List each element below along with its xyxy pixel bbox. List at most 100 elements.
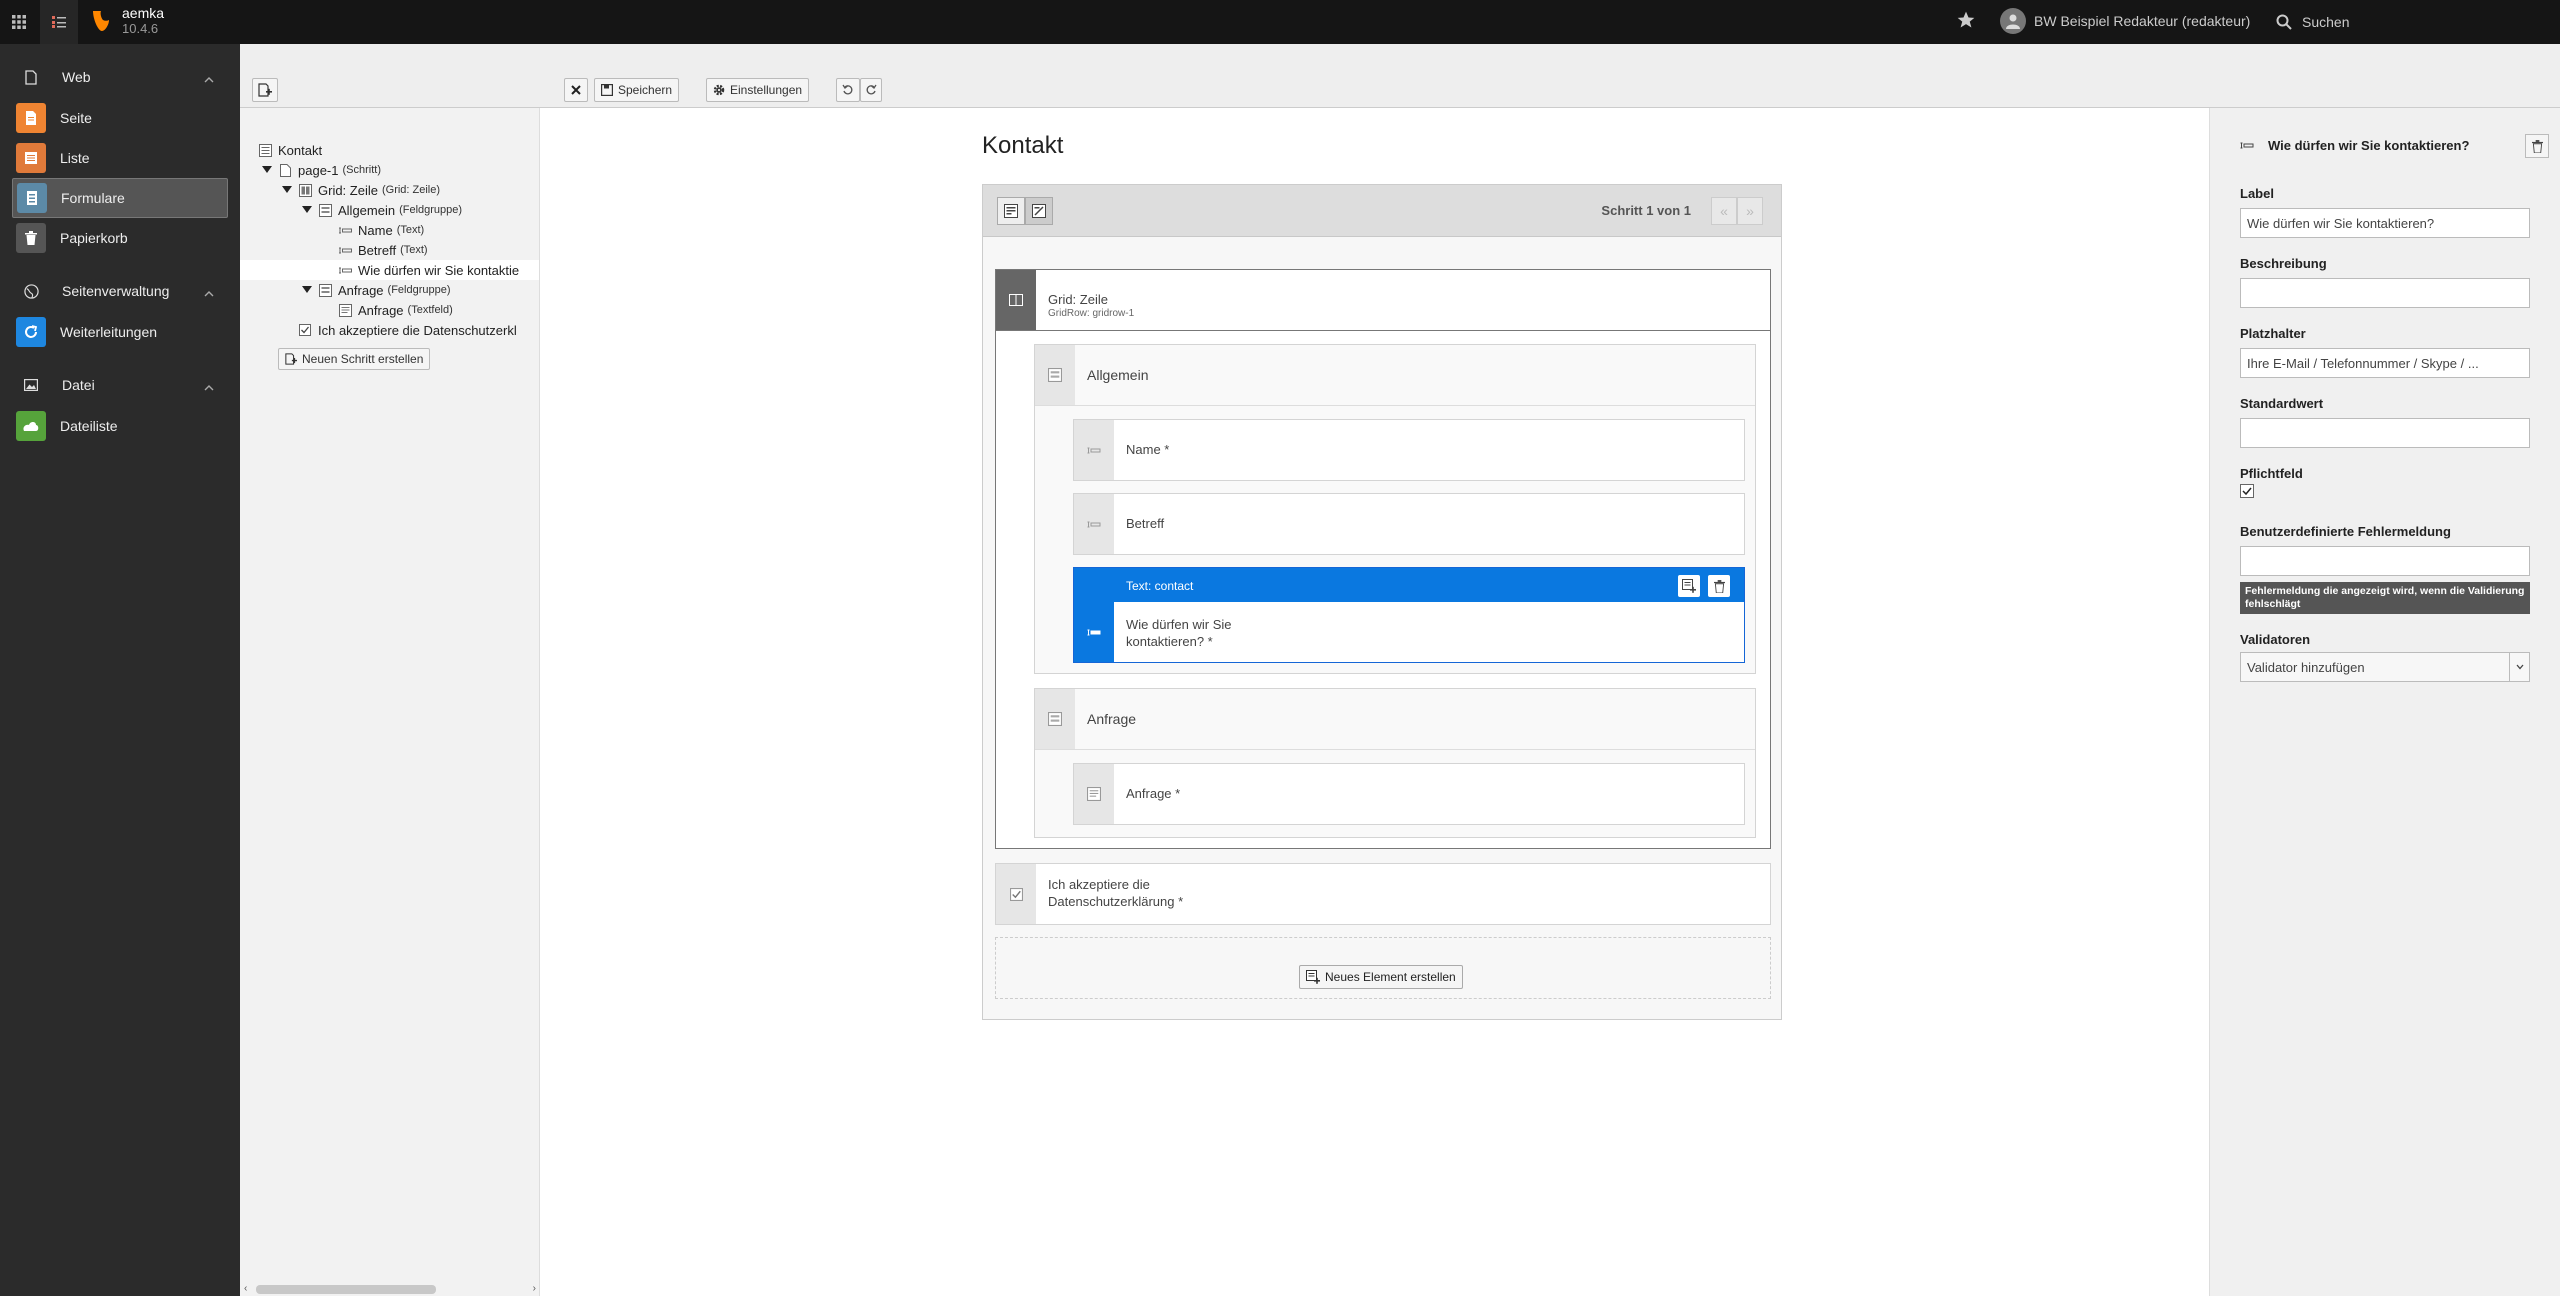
field-contact-selected[interactable]: Text: contact Wie dürfen wir Sie kontakt…: [1073, 567, 1745, 663]
module-item-seite[interactable]: Seite: [12, 98, 228, 138]
tree-node-label: Wie dürfen wir Sie kontaktie: [358, 262, 520, 278]
delete-element-button[interactable]: [1708, 575, 1730, 597]
version-label: 10.4.6: [122, 21, 159, 36]
tree-node-type: (Textfeld): [407, 304, 453, 316]
textarea-icon: [1074, 764, 1114, 824]
user-menu[interactable]: BW Beispiel Redakteur (redakteur): [2000, 8, 2250, 34]
apps-grid-icon[interactable]: [0, 0, 38, 44]
bookmark-star-icon[interactable]: [1956, 10, 1976, 35]
redo-button[interactable]: [860, 78, 882, 102]
step-toolbar: Schritt 1 von 1 « »: [983, 185, 1781, 237]
module-group-label: Web: [62, 69, 91, 85]
field-betreff[interactable]: Betreff: [1073, 493, 1745, 555]
module-group-web[interactable]: Web: [0, 62, 240, 92]
next-step-button[interactable]: »: [1737, 197, 1763, 225]
tree-node-contact[interactable]: Wie dürfen wir Sie kontaktie: [240, 260, 539, 280]
checkbox-icon: [298, 323, 312, 337]
module-item-formulare[interactable]: Formulare: [12, 178, 228, 218]
module-item-label: Weiterleitungen: [60, 324, 158, 340]
abstract-view-icon: [1004, 204, 1018, 218]
validators-field-label: Validatoren: [2240, 632, 2311, 647]
settings-button[interactable]: Einstellungen: [706, 78, 810, 102]
new-element-icon: [1682, 579, 1696, 593]
new-element-button[interactable]: Neues Element erstellen: [1299, 965, 1463, 989]
chevron-up-icon: [204, 71, 214, 87]
image-icon: [22, 379, 40, 391]
tree-node-name[interactable]: Name (Text): [338, 220, 424, 240]
new-page-button[interactable]: [252, 78, 278, 102]
close-icon: [571, 85, 581, 95]
search-icon: [2276, 14, 2292, 30]
redirect-module-icon: [16, 317, 46, 347]
scroll-left-icon[interactable]: ‹: [244, 1283, 247, 1294]
module-item-dateiliste[interactable]: Dateiliste: [12, 406, 228, 446]
module-menu-toggle-icon[interactable]: [40, 0, 78, 44]
tree-node-label: Anfrage: [358, 302, 404, 318]
delete-element-button[interactable]: [2525, 134, 2549, 158]
inspector-panel: Wie dürfen wir Sie kontaktieren? Label W…: [2209, 108, 2560, 1296]
required-checkbox[interactable]: [2240, 484, 2254, 498]
module-item-weiterleitungen[interactable]: Weiterleitungen: [12, 312, 228, 352]
tree-horizontal-scrollbar[interactable]: ‹ ›: [240, 1282, 539, 1296]
text-field-icon: [1074, 602, 1114, 662]
trash-icon: [1713, 579, 1725, 593]
save-button[interactable]: Speichern: [594, 78, 680, 102]
new-page-icon: [285, 353, 297, 365]
tree-node-label: Allgemein: [338, 202, 396, 218]
tree-node-grid[interactable]: Grid: Zeile (Grid: Zeile): [298, 180, 440, 200]
field-privacy-checkbox[interactable]: Ich akzeptiere die Datenschutzerklärung …: [995, 863, 1771, 925]
typo3-logo-icon: [93, 11, 109, 31]
grid-row-element[interactable]: Grid: Zeile GridRow: gridrow-1 Allgemein…: [995, 269, 1771, 849]
collapse-toggle-icon[interactable]: [302, 206, 312, 213]
inspector-title: Wie dürfen wir Sie kontaktieren?: [2268, 138, 2470, 153]
tree-node-anfrage-group[interactable]: Anfrage (Feldgruppe): [318, 280, 451, 300]
description-input[interactable]: [2240, 278, 2530, 308]
add-element-after-button[interactable]: [1678, 575, 1700, 597]
collapse-toggle-icon[interactable]: [262, 166, 272, 173]
new-step-button[interactable]: Neuen Schritt erstellen: [278, 348, 431, 370]
module-group-datei[interactable]: Datei: [0, 370, 240, 400]
label-input[interactable]: Wie dürfen wir Sie kontaktieren?: [2240, 208, 2530, 238]
error-message-hint: Fehlermeldung die angezeigt wird, wenn d…: [2240, 582, 2530, 614]
tree-node-root[interactable]: Kontakt: [258, 140, 322, 160]
field-anfrage[interactable]: Anfrage *: [1073, 763, 1745, 825]
undo-button[interactable]: [836, 78, 860, 102]
search-toggle[interactable]: Suchen: [2270, 0, 2560, 44]
module-item-label: Dateiliste: [60, 418, 118, 434]
tree-node-type: (Grid: Zeile): [381, 184, 441, 196]
tree-node-page[interactable]: page-1 (Schritt): [278, 160, 381, 180]
tree-node-anfrage-field[interactable]: Anfrage (Textfeld): [338, 300, 453, 320]
field-name[interactable]: Name *: [1073, 419, 1745, 481]
site-name: aemka: [122, 5, 165, 21]
previous-step-button[interactable]: «: [1711, 197, 1737, 225]
checkmark-icon: [2242, 487, 2252, 496]
default-value-input[interactable]: [2240, 418, 2530, 448]
scroll-right-icon[interactable]: ›: [533, 1283, 536, 1294]
field-label-line: Ich akzeptiere die: [1048, 877, 1150, 892]
fieldset-label: Allgemein: [1087, 367, 1149, 383]
tree-node-privacy[interactable]: Ich akzeptiere die Datenschutzerkl: [298, 320, 517, 340]
fieldset-anfrage[interactable]: Anfrage Anfrage *: [1034, 688, 1756, 838]
validators-select[interactable]: Validator hinzufügen: [2240, 652, 2530, 682]
site-brand[interactable]: aemka 10.4.6: [90, 6, 164, 36]
collapse-toggle-icon[interactable]: [282, 186, 292, 193]
tree-node-betreff[interactable]: Betreff (Text): [338, 240, 428, 260]
module-group-seitenverwaltung[interactable]: Seitenverwaltung: [0, 276, 240, 306]
fieldset-icon: [318, 203, 332, 217]
module-item-papierkorb[interactable]: Papierkorb: [12, 218, 228, 258]
save-label: Speichern: [618, 83, 673, 97]
module-item-label: Seite: [60, 110, 92, 126]
module-item-liste[interactable]: Liste: [12, 138, 228, 178]
placeholder-input[interactable]: Ihre E-Mail / Telefonnummer / Skype / ..…: [2240, 348, 2530, 378]
preview-view-button[interactable]: [1025, 197, 1053, 225]
page-title: Kontakt: [982, 132, 1064, 159]
scrollbar-thumb[interactable]: [256, 1285, 436, 1294]
abstract-view-button[interactable]: [997, 197, 1025, 225]
tree-node-type: (Feldgruppe): [399, 204, 463, 216]
tree-node-allgemein[interactable]: Allgemein (Feldgruppe): [318, 200, 462, 220]
collapse-toggle-icon[interactable]: [302, 286, 312, 293]
fieldset-allgemein[interactable]: Allgemein Name * Betreff Text: contact W…: [1034, 344, 1756, 674]
close-button[interactable]: [564, 78, 588, 102]
tree-node-label: Ich akzeptiere die Datenschutzerkl: [318, 322, 517, 338]
error-message-input[interactable]: [2240, 546, 2530, 576]
